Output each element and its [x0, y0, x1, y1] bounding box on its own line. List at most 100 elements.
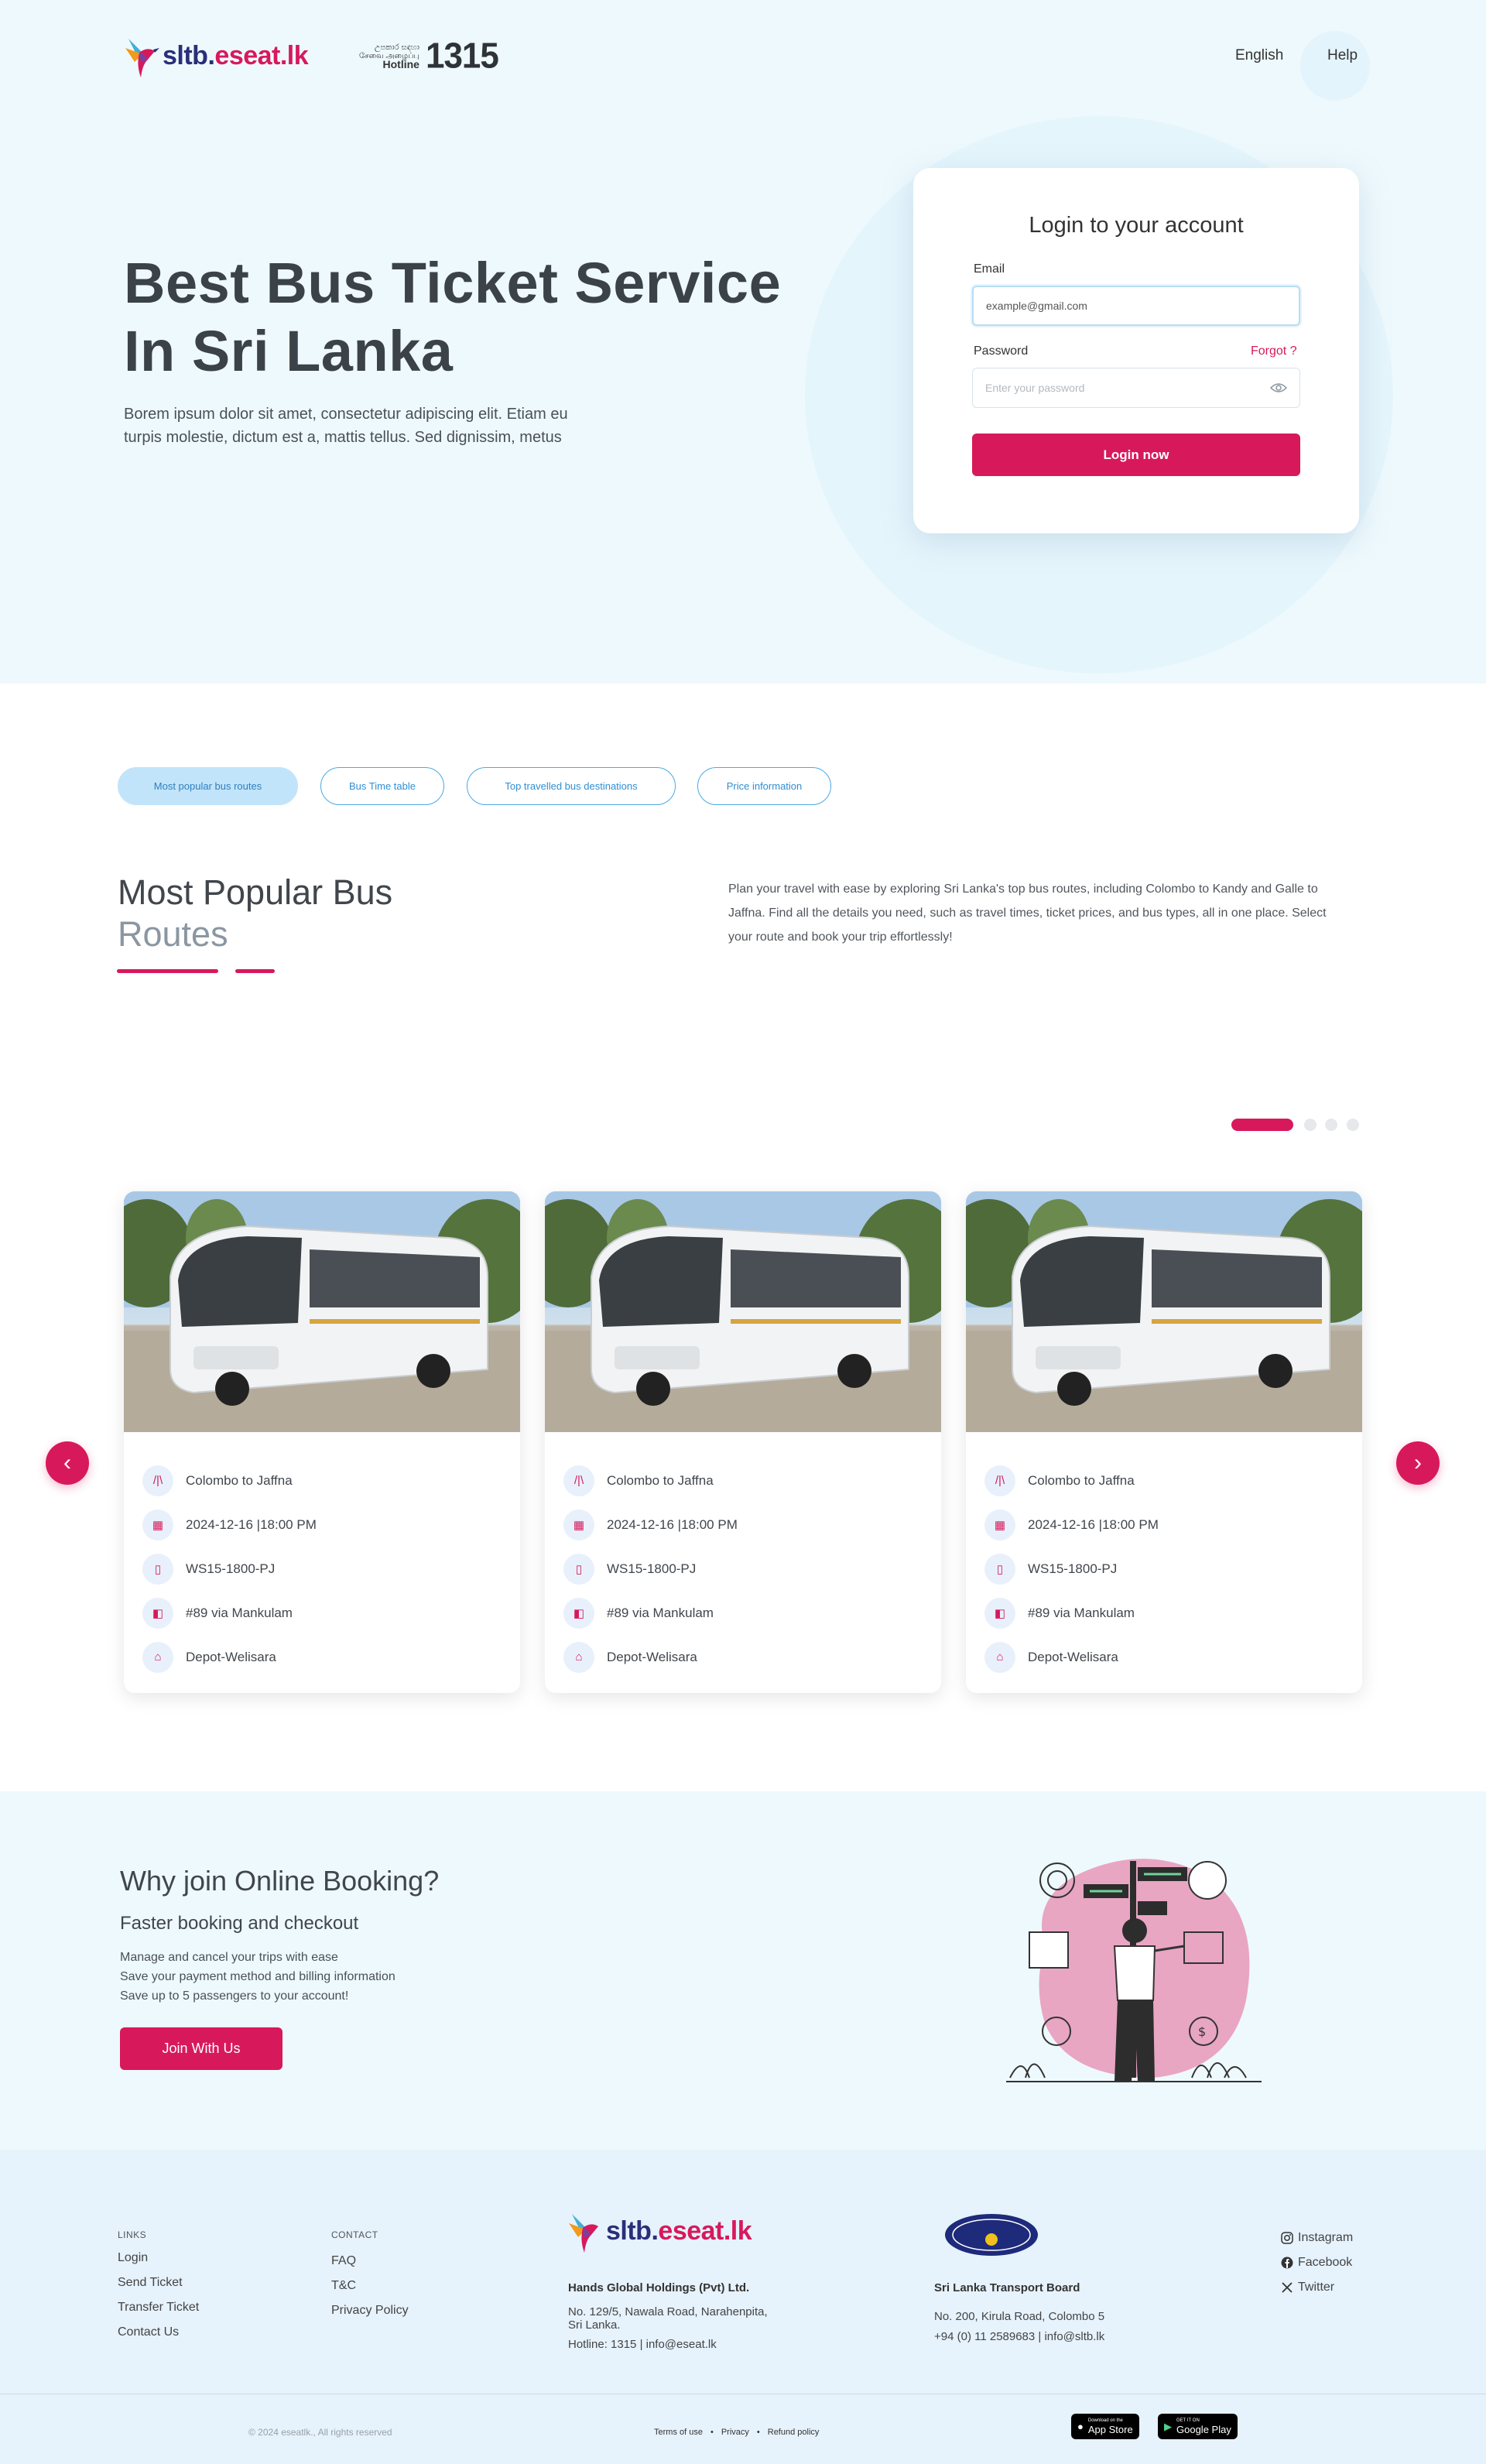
- footer-eseat-logo[interactable]: sltb.eseat.lk: [567, 2206, 752, 2256]
- app-store-small-text: Download on the: [1087, 2418, 1123, 2423]
- bus-number: WS15-1800-PJ: [607, 1561, 697, 1576]
- carousel-dot-active[interactable]: [1231, 1119, 1293, 1131]
- departure-datetime: 2024-12-16 |18:00 PM: [186, 1516, 317, 1532]
- hero-title-line: Best Bus Ticket Service: [124, 251, 782, 315]
- instagram-link[interactable]: Instagram: [1281, 2226, 1353, 2250]
- route-number-row: ◧ #89 via Mankulam: [984, 1591, 1159, 1635]
- road-icon: /|\: [142, 1465, 173, 1496]
- benefit-item: Manage and cancel your trips with ease: [120, 1951, 338, 1964]
- ticket-icon: ◧: [563, 1597, 594, 1629]
- route-details: /|\ Colombo to Jaffna ▦ 2024-12-16 |18:0…: [563, 1458, 738, 1679]
- route-name: Colombo to Jaffna: [607, 1472, 714, 1488]
- hotline[interactable]: උපකාර සඳහා சேவை அழைப்பு Hotline 1315: [359, 36, 499, 76]
- apple-icon: ●: [1077, 2421, 1084, 2432]
- hero-title-line: In Sri Lanka: [124, 319, 454, 383]
- bus-number: WS15-1800-PJ: [1028, 1561, 1118, 1576]
- calendar-icon: ▦: [563, 1509, 594, 1540]
- carousel-next-button[interactable]: ›: [1396, 1441, 1440, 1485]
- instagram-icon: [1281, 2232, 1293, 2244]
- app-store-text: Download on the App Store: [1088, 2418, 1133, 2435]
- why-join-subtitle: Faster booking and checkout: [120, 1913, 359, 1934]
- sltb-emblem-logo[interactable]: [944, 2213, 1039, 2257]
- depot-row: ⌂ Depot-Welisara: [142, 1635, 317, 1679]
- login-button[interactable]: Login now: [972, 434, 1300, 476]
- social-links: Instagram Facebook Twitter: [1281, 2226, 1353, 2300]
- hero-subtitle-line: turpis molestie, dictum est a, mattis te…: [124, 429, 562, 446]
- route-card[interactable]: /|\ Colombo to Jaffna ▦ 2024-12-16 |18:0…: [966, 1191, 1362, 1693]
- separator-dot: •: [710, 2428, 714, 2437]
- login-title: Login to your account: [1029, 213, 1244, 238]
- carousel-prev-button[interactable]: ‹: [46, 1441, 89, 1485]
- google-play-label: Google Play: [1176, 2423, 1231, 2435]
- email-field[interactable]: example@gmail.com: [972, 286, 1300, 326]
- footer-link-contact-us[interactable]: Contact Us: [118, 2320, 199, 2345]
- language-link[interactable]: English: [1235, 47, 1283, 64]
- facebook-link[interactable]: Facebook: [1281, 2250, 1353, 2275]
- footer-link-tandc[interactable]: T&C: [331, 2274, 409, 2298]
- tab-top-destinations[interactable]: Top travelled bus destinations: [467, 767, 676, 805]
- privacy-link[interactable]: Privacy: [721, 2428, 749, 2437]
- footer-link-privacy-policy[interactable]: Privacy Policy: [331, 2298, 409, 2323]
- address-line: No. 129/5, Nawala Road, Narahenpita,: [568, 2305, 768, 2318]
- route-details: /|\ Colombo to Jaffna ▦ 2024-12-16 |18:0…: [984, 1458, 1159, 1679]
- tab-popular-routes[interactable]: Most popular bus routes: [118, 767, 298, 805]
- hotline-label: Hotline: [382, 57, 419, 70]
- address-line: Sri Lanka.: [568, 2318, 621, 2332]
- join-with-us-button[interactable]: Join With Us: [120, 2027, 282, 2070]
- datetime-row: ▦ 2024-12-16 |18:00 PM: [984, 1503, 1159, 1547]
- password-field[interactable]: Enter your password: [972, 368, 1300, 408]
- login-card: Login to your account Email example@gmai…: [913, 168, 1359, 533]
- description-line: your route and book your trip effortless…: [728, 930, 953, 944]
- ticket-icon: ◧: [142, 1597, 173, 1629]
- refund-policy-link[interactable]: Refund policy: [768, 2428, 820, 2437]
- eye-icon[interactable]: [1270, 382, 1287, 393]
- logo-text-part: sltb.: [163, 40, 215, 70]
- google-play-badge[interactable]: ▶ GET IT ON Google Play: [1158, 2414, 1238, 2439]
- carousel-dot[interactable]: [1325, 1119, 1337, 1131]
- route-number-row: ◧ #89 via Mankulam: [563, 1591, 738, 1635]
- instagram-label: Instagram: [1298, 2231, 1354, 2244]
- help-link[interactable]: Help: [1327, 47, 1358, 64]
- section-title-line: Routes: [118, 914, 228, 954]
- route-row: /|\ Colombo to Jaffna: [984, 1458, 1159, 1503]
- logo-wordmark: sltb.eseat.lk: [606, 2216, 752, 2246]
- footer-contact-links: FAQ T&C Privacy Policy: [331, 2249, 409, 2323]
- bus-photo: [545, 1191, 941, 1432]
- footer-link-faq[interactable]: FAQ: [331, 2249, 409, 2274]
- route-card[interactable]: /|\ Colombo to Jaffna ▦ 2024-12-16 |18:0…: [124, 1191, 520, 1693]
- route-number: #89 via Mankulam: [607, 1605, 714, 1620]
- bus-door-icon: ▯: [563, 1553, 594, 1585]
- route-card[interactable]: /|\ Colombo to Jaffna ▦ 2024-12-16 |18:0…: [545, 1191, 941, 1693]
- depot-name: Depot-Welisara: [186, 1649, 276, 1664]
- twitter-link[interactable]: Twitter: [1281, 2275, 1353, 2300]
- benefit-item: Save up to 5 passengers to your account!: [120, 1989, 349, 2003]
- why-join-title: Why join Online Booking?: [120, 1865, 440, 1897]
- bus-number-row: ▯ WS15-1800-PJ: [984, 1547, 1159, 1591]
- logo-text-part: sltb.: [606, 2216, 659, 2246]
- bus-photo: [966, 1191, 1362, 1432]
- depot-row: ⌂ Depot-Welisara: [563, 1635, 738, 1679]
- terms-link[interactable]: Terms of use: [654, 2428, 703, 2437]
- route-number: #89 via Mankulam: [1028, 1605, 1135, 1620]
- board-contact: +94 (0) 11 2589683 | info@sltb.lk: [934, 2330, 1105, 2343]
- footer-link-login[interactable]: Login: [118, 2246, 199, 2270]
- email-label: Email: [974, 262, 1005, 276]
- why-join-section: Why join Online Booking? Faster booking …: [0, 1791, 1486, 2150]
- app-store-badge[interactable]: ● Download on the App Store: [1071, 2414, 1139, 2439]
- footer-link-transfer-ticket[interactable]: Transfer Ticket: [118, 2295, 199, 2320]
- carousel-dot[interactable]: [1304, 1119, 1317, 1131]
- road-icon: /|\: [984, 1465, 1015, 1496]
- tab-bus-timetable[interactable]: Bus Time table: [320, 767, 444, 805]
- sltb-eseat-logo[interactable]: sltb.eseat.lk: [124, 31, 309, 81]
- footer-link-send-ticket[interactable]: Send Ticket: [118, 2270, 199, 2295]
- footer-links-heading: LINKS: [118, 2229, 147, 2240]
- home-icon: ⌂: [984, 1641, 1015, 1673]
- footer-links: Login Send Ticket Transfer Ticket Contac…: [118, 2246, 199, 2345]
- hummingbird-icon: [569, 2214, 598, 2253]
- tab-price-information[interactable]: Price information: [697, 767, 831, 805]
- benefit-item: Save your payment method and billing inf…: [120, 1970, 395, 1983]
- x-twitter-icon: [1282, 2282, 1293, 2293]
- carousel-dot[interactable]: [1347, 1119, 1359, 1131]
- section-title-line: Most Popular Bus: [118, 872, 393, 912]
- forgot-password-link[interactable]: Forgot ?: [1251, 344, 1297, 358]
